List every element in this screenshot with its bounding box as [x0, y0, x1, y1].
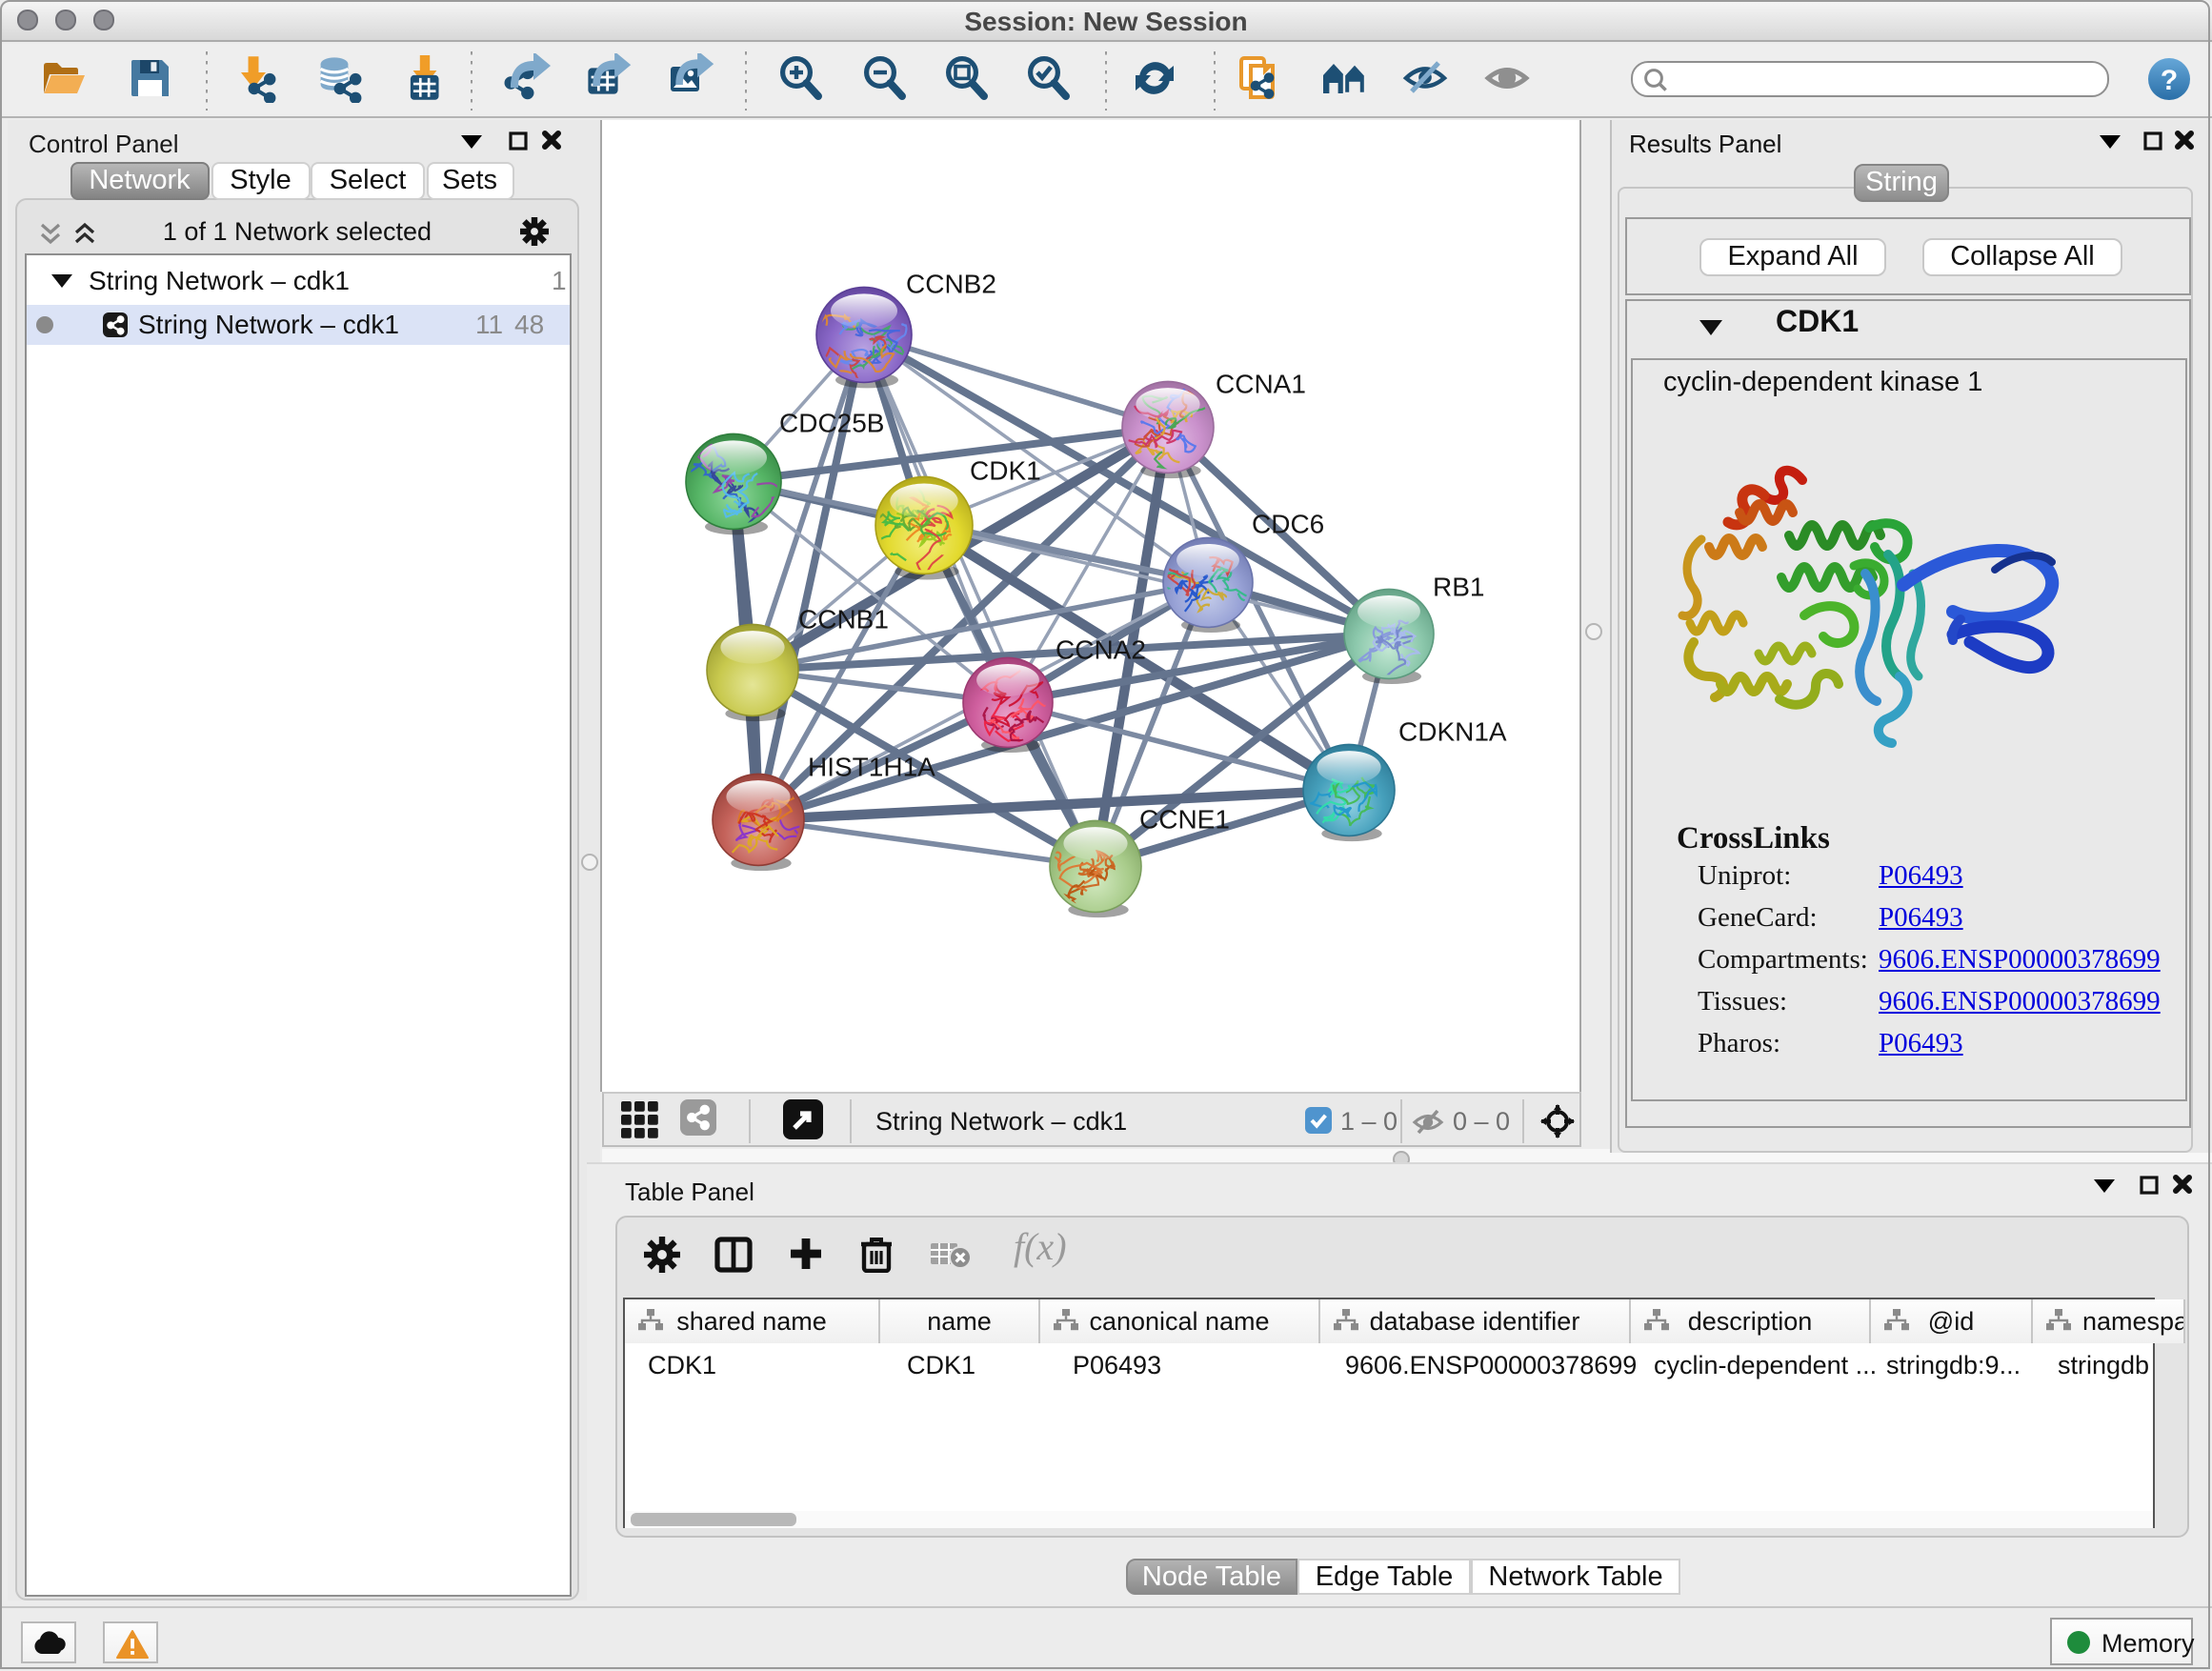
svg-text:?: ? — [2161, 65, 2178, 96]
svg-text:CCNE1: CCNE1 — [1139, 803, 1230, 833]
svg-text:HIST1H1A: HIST1H1A — [808, 751, 935, 780]
svg-text:CCNB1: CCNB1 — [798, 603, 889, 633]
svg-text:RB1: RB1 — [1433, 571, 1484, 600]
svg-text:CDKN1A: CDKN1A — [1398, 715, 1507, 745]
svg-text:CCNA1: CCNA1 — [1216, 368, 1306, 397]
svg-text:CDK1: CDK1 — [970, 454, 1041, 484]
svg-text:CDC6: CDC6 — [1252, 508, 1324, 537]
svg-text:CCNB2: CCNB2 — [906, 268, 996, 297]
svg-text:CCNA2: CCNA2 — [1056, 634, 1146, 663]
svg-text:CDC25B: CDC25B — [779, 407, 884, 436]
